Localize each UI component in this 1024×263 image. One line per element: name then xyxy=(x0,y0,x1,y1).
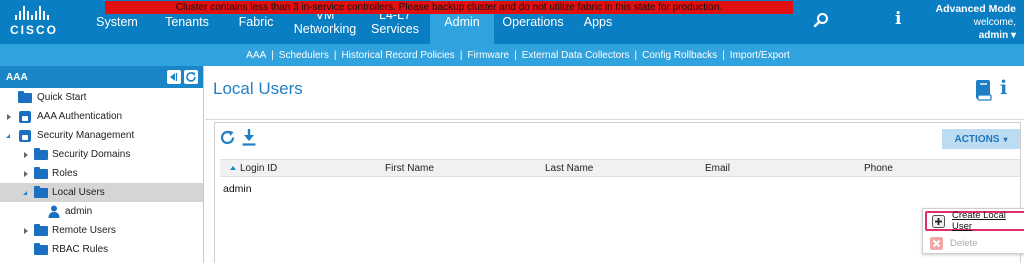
subnav-config-rollbacks[interactable]: Config Rollbacks xyxy=(642,50,717,61)
subnav-separator: | xyxy=(722,49,725,61)
folder-icon xyxy=(34,242,48,255)
tree-item-remote-users[interactable]: Remote Users xyxy=(0,221,203,240)
search-icon[interactable] xyxy=(813,12,829,28)
main-content: Local Users i ACTIONS ▾ Login ID First N… xyxy=(205,66,1024,263)
refresh-tree-icon[interactable] xyxy=(184,70,198,84)
actions-menu: Create Local User Delete xyxy=(922,208,1024,254)
folder-icon xyxy=(34,147,48,160)
collapse-caret-icon[interactable] xyxy=(6,133,10,138)
tree-item-security-management[interactable]: Security Management xyxy=(0,126,203,145)
tree-item-label: Local Users xyxy=(52,187,105,198)
expand-caret-icon[interactable] xyxy=(24,170,28,177)
sidebar-title: AAA xyxy=(6,71,28,83)
book-icon[interactable] xyxy=(975,79,993,101)
subnav-import-export[interactable]: Import/Export xyxy=(730,50,790,61)
admin-subnav: AAA | Schedulers | Historical Record Pol… xyxy=(0,44,1024,66)
menu-item-label: Create Local User xyxy=(952,210,1006,232)
delete-icon xyxy=(930,236,943,250)
tree-item-admin-user[interactable]: admin xyxy=(0,202,203,221)
expand-caret-icon[interactable] xyxy=(7,113,11,120)
tree-item-label: Roles xyxy=(52,168,78,179)
user-area: Advanced Mode welcome, admin ▾ xyxy=(935,3,1016,42)
title-divider xyxy=(205,119,1024,120)
local-users-panel: ACTIONS ▾ Login ID First Name Last Name … xyxy=(214,122,1024,263)
tree-item-label: Security Domains xyxy=(52,149,131,160)
add-icon xyxy=(932,214,945,228)
subnav-separator: | xyxy=(514,49,517,61)
collapse-icon[interactable] xyxy=(167,70,181,84)
user-icon xyxy=(48,205,60,218)
subnav-aaa[interactable]: AAA xyxy=(246,50,266,61)
cisco-logo-text: CISCO xyxy=(10,23,59,37)
folder-icon xyxy=(34,166,48,179)
sidebar: AAA Quick Start AAA Authentication Secur… xyxy=(0,66,204,263)
tree-item-security-domains[interactable]: Security Domains xyxy=(0,145,203,164)
refresh-icon[interactable] xyxy=(219,129,236,146)
cluster-warning-banner: Cluster contains less than 3 in-service … xyxy=(105,1,793,14)
top-navbar: CISCO System Tenants Fabric VM Networkin… xyxy=(0,0,1024,44)
folder-icon xyxy=(34,185,48,198)
cell-login-id: admin xyxy=(223,183,252,195)
sort-ascending-icon xyxy=(230,166,236,170)
column-header-email[interactable]: Email xyxy=(705,163,730,174)
menu-item-delete: Delete xyxy=(925,233,1024,253)
tree-item-aaa-authentication[interactable]: AAA Authentication xyxy=(0,107,203,126)
user-menu[interactable]: admin ▾ xyxy=(935,29,1016,42)
tree-item-label: Quick Start xyxy=(37,92,87,103)
subnav-separator: | xyxy=(333,49,337,61)
tree-item-roles[interactable]: Roles xyxy=(0,164,203,183)
page-title: Local Users xyxy=(213,79,303,98)
collapse-caret-icon[interactable] xyxy=(23,190,27,195)
tree-item-label: admin xyxy=(65,206,93,217)
expand-caret-icon[interactable] xyxy=(24,227,28,234)
tree-item-label: AAA Authentication xyxy=(37,111,123,122)
sidebar-tree: Quick Start AAA Authentication Security … xyxy=(0,88,203,259)
folder-icon xyxy=(34,223,48,236)
download-icon[interactable] xyxy=(241,128,257,146)
tree-item-label: Remote Users xyxy=(52,225,116,236)
tree-item-rbac-rules[interactable]: RBAC Rules xyxy=(0,240,203,259)
subnav-historical-record-policies[interactable]: Historical Record Policies xyxy=(341,50,454,61)
cisco-logo: CISCO xyxy=(10,6,70,40)
subnav-external-data-collectors[interactable]: External Data Collectors xyxy=(522,50,630,61)
tree-item-label: RBAC Rules xyxy=(52,244,109,255)
lock-icon xyxy=(19,129,31,142)
lock-icon xyxy=(19,110,31,123)
info-icon[interactable]: i xyxy=(1000,77,1007,99)
tree-item-label: Security Management xyxy=(37,130,135,141)
expand-caret-icon[interactable] xyxy=(24,151,28,158)
actions-dropdown-button[interactable]: ACTIONS ▾ xyxy=(942,129,1020,149)
tree-item-local-users[interactable]: Local Users xyxy=(0,183,203,202)
table-row[interactable]: admin xyxy=(220,179,1020,198)
welcome-text: welcome, xyxy=(973,17,1016,28)
folder-icon xyxy=(18,90,32,103)
table-header: Login ID First Name Last Name Email Phon… xyxy=(220,159,1020,177)
column-header-first-name[interactable]: First Name xyxy=(385,163,434,174)
mode-label[interactable]: Advanced Mode xyxy=(935,3,1016,16)
cisco-logo-bars xyxy=(15,6,70,20)
column-header-phone[interactable]: Phone xyxy=(864,163,893,174)
subnav-separator: | xyxy=(634,49,638,61)
subnav-separator: | xyxy=(459,49,463,61)
subnav-firmware[interactable]: Firmware xyxy=(467,50,509,61)
menu-item-label: Delete xyxy=(950,237,978,249)
menu-item-create-local-user[interactable]: Create Local User xyxy=(925,210,1024,232)
column-header-last-name[interactable]: Last Name xyxy=(545,163,593,174)
actions-label: ACTIONS xyxy=(954,133,1000,145)
sidebar-header: AAA xyxy=(0,66,203,88)
column-header-login-id[interactable]: Login ID xyxy=(240,163,277,174)
tree-item-quick-start[interactable]: Quick Start xyxy=(0,88,203,107)
info-icon[interactable]: i xyxy=(895,9,901,29)
chevron-down-icon: ▾ xyxy=(1003,134,1008,144)
subnav-separator: | xyxy=(271,49,274,61)
subnav-schedulers[interactable]: Schedulers xyxy=(279,50,329,61)
